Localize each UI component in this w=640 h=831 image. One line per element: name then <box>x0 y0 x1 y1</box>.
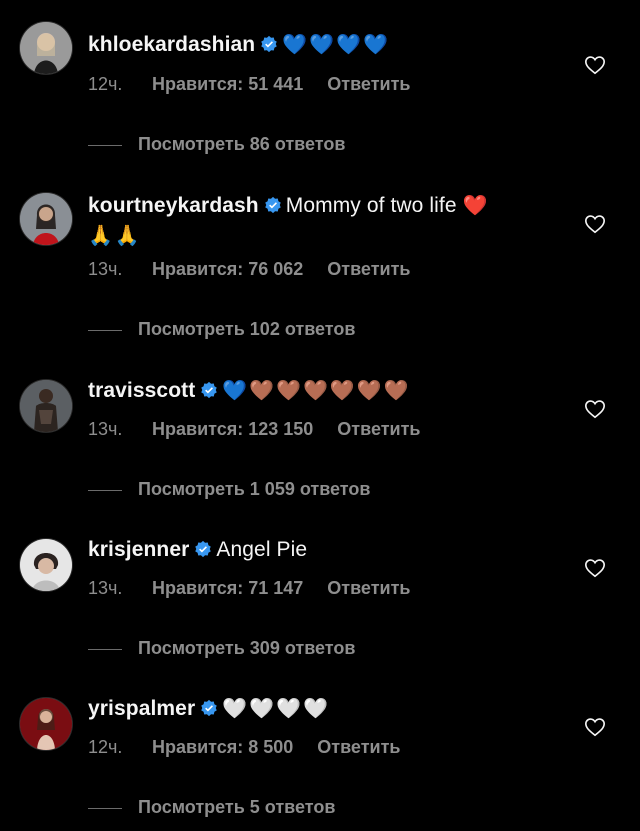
view-replies-label: Посмотреть 1 059 ответов <box>138 479 371 499</box>
comment-meta: 13ч. Нравится: 123 150 Ответить <box>88 419 420 440</box>
reply-button[interactable]: Ответить <box>327 578 410 598</box>
avatar[interactable] <box>20 539 72 591</box>
view-replies-button[interactable]: Посмотреть 86 ответов <box>88 134 345 155</box>
view-replies-button[interactable]: Посмотреть 1 059 ответов <box>88 479 370 500</box>
username[interactable]: travisscott <box>88 379 195 402</box>
divider-line <box>88 489 122 491</box>
heart-outline-icon[interactable] <box>584 54 606 76</box>
comment-emoji: 🤍🤍🤍🤍 <box>222 698 330 720</box>
comment-body: khloekardashian 💙💙💙💙 <box>88 30 570 60</box>
likes-count[interactable]: Нравится: 51 441 <box>152 74 303 94</box>
comment-body: yrispalmer 🤍🤍🤍🤍 <box>88 694 570 724</box>
avatar[interactable] <box>20 380 72 432</box>
reply-button[interactable]: Ответить <box>327 74 410 94</box>
username[interactable]: yrispalmer <box>88 697 195 720</box>
view-replies-label: Посмотреть 5 ответов <box>138 797 336 817</box>
comment-emoji: 💙🤎🤎🤎🤎🤎🤎 <box>222 380 411 402</box>
comment-body: travisscott 💙🤎🤎🤎🤎🤎🤎 <box>88 376 570 406</box>
divider-line <box>88 329 122 331</box>
username[interactable]: krisjenner <box>88 538 189 561</box>
avatar[interactable] <box>20 698 72 750</box>
avatar[interactable] <box>20 22 72 74</box>
heart-outline-icon[interactable] <box>584 213 606 235</box>
likes-count[interactable]: Нравится: 76 062 <box>152 259 303 279</box>
comment-meta: 12ч. Нравится: 51 441 Ответить <box>88 74 410 95</box>
username[interactable]: khloekardashian <box>88 33 255 56</box>
verified-badge-icon <box>261 35 277 53</box>
comment-text: Angel Pie <box>216 538 308 561</box>
comment-time: 13ч. <box>88 419 123 439</box>
divider-line <box>88 807 122 809</box>
comment-emoji: 💙💙💙💙 <box>282 34 390 56</box>
comment-time: 13ч. <box>88 259 123 279</box>
verified-badge-icon <box>201 381 218 399</box>
reply-button[interactable]: Ответить <box>317 737 400 757</box>
comment-time: 13ч. <box>88 578 123 598</box>
view-replies-button[interactable]: Посмотреть 309 ответов <box>88 638 355 659</box>
view-replies-label: Посмотреть 309 ответов <box>138 638 356 658</box>
comment-body: kourtneykardash Mommy of two life ❤️ 🙏🙏 <box>88 191 570 251</box>
reply-button[interactable]: Ответить <box>327 259 410 279</box>
divider-line <box>88 144 122 146</box>
verified-badge-icon <box>195 540 212 558</box>
view-replies-label: Посмотреть 102 ответов <box>138 319 356 339</box>
comment-emoji: ❤️ <box>462 195 490 217</box>
likes-count[interactable]: Нравится: 123 150 <box>152 419 313 439</box>
divider-line <box>88 648 122 650</box>
comment-time: 12ч. <box>88 74 123 94</box>
comment-meta: 13ч. Нравится: 71 147 Ответить <box>88 578 410 599</box>
view-replies-button[interactable]: Посмотреть 102 ответов <box>88 319 355 340</box>
view-replies-button[interactable]: Посмотреть 5 ответов <box>88 797 335 818</box>
verified-badge-icon <box>201 699 217 717</box>
view-replies-label: Посмотреть 86 ответов <box>138 134 346 154</box>
username[interactable]: kourtneykardash <box>88 194 259 217</box>
comment-body: krisjenner Angel Pie <box>88 535 570 565</box>
comment-meta: 12ч. Нравится: 8 500 Ответить <box>88 737 400 758</box>
comment-emoji-2: 🙏🙏 <box>88 225 142 247</box>
comment-time: 12ч. <box>88 737 123 757</box>
reply-button[interactable]: Ответить <box>337 419 420 439</box>
avatar[interactable] <box>20 193 72 245</box>
comment-text: Mommy of two life <box>285 194 457 217</box>
likes-count[interactable]: Нравится: 71 147 <box>152 578 303 598</box>
heart-outline-icon[interactable] <box>584 557 606 579</box>
comment-meta: 13ч. Нравится: 76 062 Ответить <box>88 259 410 280</box>
heart-outline-icon[interactable] <box>584 716 606 738</box>
heart-outline-icon[interactable] <box>584 398 606 420</box>
verified-badge-icon <box>264 196 281 214</box>
likes-count[interactable]: Нравится: 8 500 <box>152 737 293 757</box>
